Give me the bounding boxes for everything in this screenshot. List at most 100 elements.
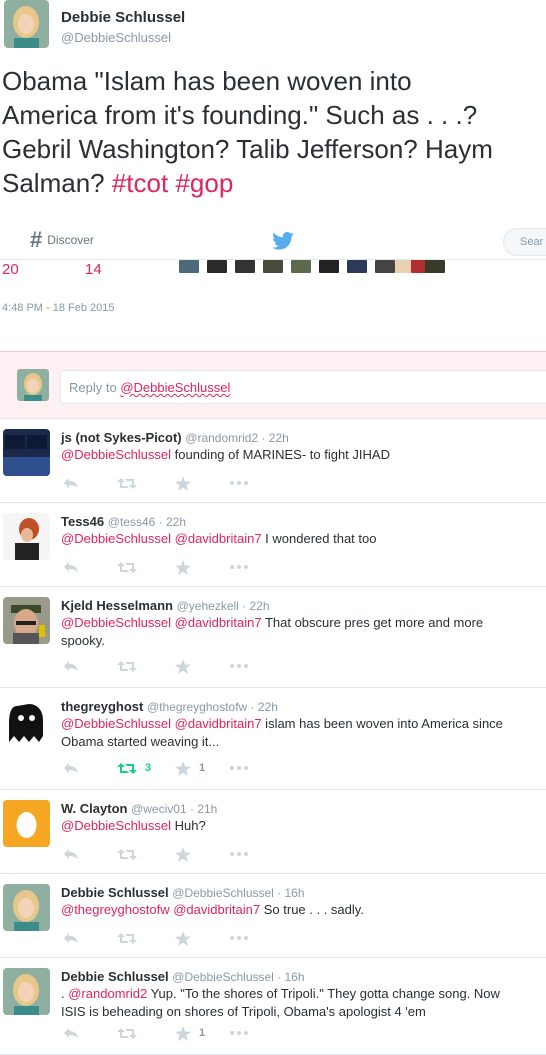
reply-avatar[interactable] — [3, 968, 50, 1015]
retweet-icon[interactable] — [117, 1025, 145, 1041]
more-icon[interactable] — [229, 475, 249, 491]
more-icon[interactable] — [229, 1025, 249, 1041]
reply-author-name[interactable]: Debbie Schlussel — [61, 969, 169, 984]
reply-author-handle[interactable]: @yehezkell · 22h — [177, 599, 270, 613]
favoriter-avatar[interactable] — [375, 260, 395, 273]
reply-icon[interactable] — [63, 1025, 79, 1041]
discover-tab[interactable]: # Discover — [30, 229, 94, 251]
twitter-bird-icon[interactable] — [272, 232, 294, 250]
reply-icon[interactable] — [63, 760, 79, 776]
favorite-icon[interactable]: 1 — [175, 1025, 205, 1041]
favoriter-avatar[interactable] — [425, 260, 445, 273]
reply-meta: thegreyghost @thegreyghostofw · 22h — [61, 699, 278, 714]
reply-mentions[interactable]: @DebbieSchlussel — [61, 447, 171, 462]
reply-meta: js (not Sykes-Picot) @randomrid2 · 22h — [61, 430, 289, 445]
reply-author-handle[interactable]: @DebbieSchlussel · 16h — [172, 886, 304, 900]
favorite-icon[interactable] — [175, 658, 199, 674]
favorite-count: 1 — [199, 1027, 206, 1039]
favorite-icon[interactable] — [175, 475, 199, 491]
reply-avatar[interactable] — [3, 884, 50, 931]
tweet-text: Obama "Islam has been woven into America… — [2, 64, 546, 200]
reply-author-name[interactable]: js (not Sykes-Picot) — [61, 430, 182, 445]
reply-avatar[interactable] — [3, 698, 50, 745]
reply-box: Reply to @DebbieSchlussel — [0, 351, 546, 419]
reply-author-handle[interactable]: @tess46 · 22h — [108, 515, 186, 529]
retweet-icon[interactable] — [117, 475, 145, 491]
reply-input[interactable]: Reply to @DebbieSchlussel — [60, 370, 546, 404]
reply-text-content: founding of MARINES- to fight JIHAD — [171, 447, 390, 462]
reply-text: @DebbieSchlussel @davidbritain7 I wonder… — [61, 530, 546, 548]
reply-avatar[interactable] — [3, 429, 50, 476]
author-handle[interactable]: @DebbieSchlussel — [61, 30, 171, 45]
reply-author-name[interactable]: Kjeld Hesselmann — [61, 598, 173, 613]
more-icon[interactable] — [229, 559, 249, 575]
reply-author-name[interactable]: W. Clayton — [61, 801, 127, 816]
search-input[interactable]: Sear — [503, 228, 546, 256]
reply-author-name[interactable]: thegreyghost — [61, 699, 143, 714]
reply-avatar[interactable] — [3, 513, 50, 560]
favoriter-avatar[interactable] — [347, 260, 367, 273]
retweet-icon[interactable] — [117, 658, 145, 674]
tweet-timestamp[interactable]: 4:48 PM - 18 Feb 2015 — [2, 302, 115, 314]
favoriter-avatar[interactable] — [263, 260, 283, 273]
reply-tweet[interactable]: Kjeld Hesselmann @yehezkell · 22h @Debbie… — [0, 587, 546, 688]
reply-tweet[interactable]: Debbie Schlussel @DebbieSchlussel · 16h @… — [0, 874, 546, 958]
reply-meta: Tess46 @tess46 · 22h — [61, 514, 186, 529]
reply-icon[interactable] — [63, 475, 79, 491]
favorite-count[interactable]: 14 — [85, 261, 102, 278]
reply-icon[interactable] — [63, 846, 79, 862]
reply-author-handle[interactable]: @weciv01 · 21h — [131, 802, 217, 816]
reply-tweet[interactable]: Tess46 @tess46 · 22h @DebbieSchlussel @da… — [0, 503, 546, 587]
retweet-icon[interactable] — [117, 559, 145, 575]
favoriter-avatar[interactable] — [207, 260, 227, 273]
favorite-icon[interactable] — [175, 930, 199, 946]
reply-tweet[interactable]: W. Clayton @weciv01 · 21h @DebbieSchlusse… — [0, 790, 546, 874]
reply-text-content: Huh? — [171, 818, 206, 833]
reply-mentions[interactable]: @thegreyghostofw @davidbritain7 — [61, 902, 260, 917]
reply-mentions[interactable]: @DebbieSchlussel @davidbritain7 — [61, 615, 262, 630]
reply-author-handle[interactable]: @randomrid2 · 22h — [185, 431, 289, 445]
reply-mentions[interactable]: @randomrid2 — [68, 986, 147, 1001]
reply-tweet[interactable]: thegreyghost @thegreyghostofw · 22h @Debb… — [0, 688, 546, 790]
hashtag-tcot[interactable]: #tcot — [112, 168, 168, 198]
more-icon[interactable] — [229, 760, 249, 776]
reply-author-name[interactable]: Tess46 — [61, 514, 104, 529]
reply-mentions[interactable]: @DebbieSchlussel @davidbritain7 — [61, 716, 262, 731]
hashtag-gop[interactable]: #gop — [175, 168, 233, 198]
reply-text-continued: spooky. — [61, 633, 105, 648]
more-icon[interactable] — [229, 846, 249, 862]
author-name[interactable]: Debbie Schlussel — [61, 9, 185, 26]
favorite-icon[interactable]: 1 — [175, 760, 205, 776]
reply-text-continued: ISIS is beheading on shores of Tripoli, … — [61, 1004, 426, 1019]
favoriter-avatar[interactable] — [319, 260, 339, 273]
reply-meta: Kjeld Hesselmann @yehezkell · 22h — [61, 598, 270, 613]
reply-tweet[interactable]: js (not Sykes-Picot) @randomrid2 · 22h @D… — [0, 419, 546, 503]
favorite-icon[interactable] — [175, 559, 199, 575]
favoriter-avatar[interactable] — [179, 260, 199, 273]
retweet-icon[interactable]: 3 — [117, 760, 151, 776]
favorite-icon[interactable] — [175, 846, 199, 862]
reply-author-handle[interactable]: @DebbieSchlussel · 16h — [172, 970, 304, 984]
reply-avatar[interactable] — [3, 800, 50, 847]
favoriter-avatar[interactable] — [291, 260, 311, 273]
reply-mentions[interactable]: @DebbieSchlussel — [61, 818, 171, 833]
reply-text-continued: Obama started weaving it... — [61, 734, 220, 749]
favoriter-avatar[interactable] — [235, 260, 255, 273]
reply-tweet[interactable]: Debbie Schlussel @DebbieSchlussel · 16h.… — [0, 958, 546, 1055]
reply-author-handle[interactable]: @thegreyghostofw · 22h — [147, 700, 278, 714]
reply-icon[interactable] — [63, 658, 79, 674]
retweet-count[interactable]: 20 — [2, 261, 19, 278]
retweet-icon[interactable] — [117, 930, 145, 946]
reply-author-name[interactable]: Debbie Schlussel — [61, 885, 169, 900]
reply-mentions[interactable]: @DebbieSchlussel @davidbritain7 — [61, 531, 262, 546]
retweet-icon[interactable] — [117, 846, 145, 862]
author-avatar[interactable] — [4, 0, 49, 48]
reply-icon[interactable] — [63, 930, 79, 946]
reply-text-content: islam has been woven into America since — [261, 716, 503, 731]
reply-text: @DebbieSchlussel @davidbritain7 islam ha… — [61, 715, 546, 751]
reply-meta: Debbie Schlussel @DebbieSchlussel · 16h — [61, 969, 305, 984]
more-icon[interactable] — [229, 658, 249, 674]
more-icon[interactable] — [229, 930, 249, 946]
reply-avatar[interactable] — [3, 597, 50, 644]
reply-icon[interactable] — [63, 559, 79, 575]
